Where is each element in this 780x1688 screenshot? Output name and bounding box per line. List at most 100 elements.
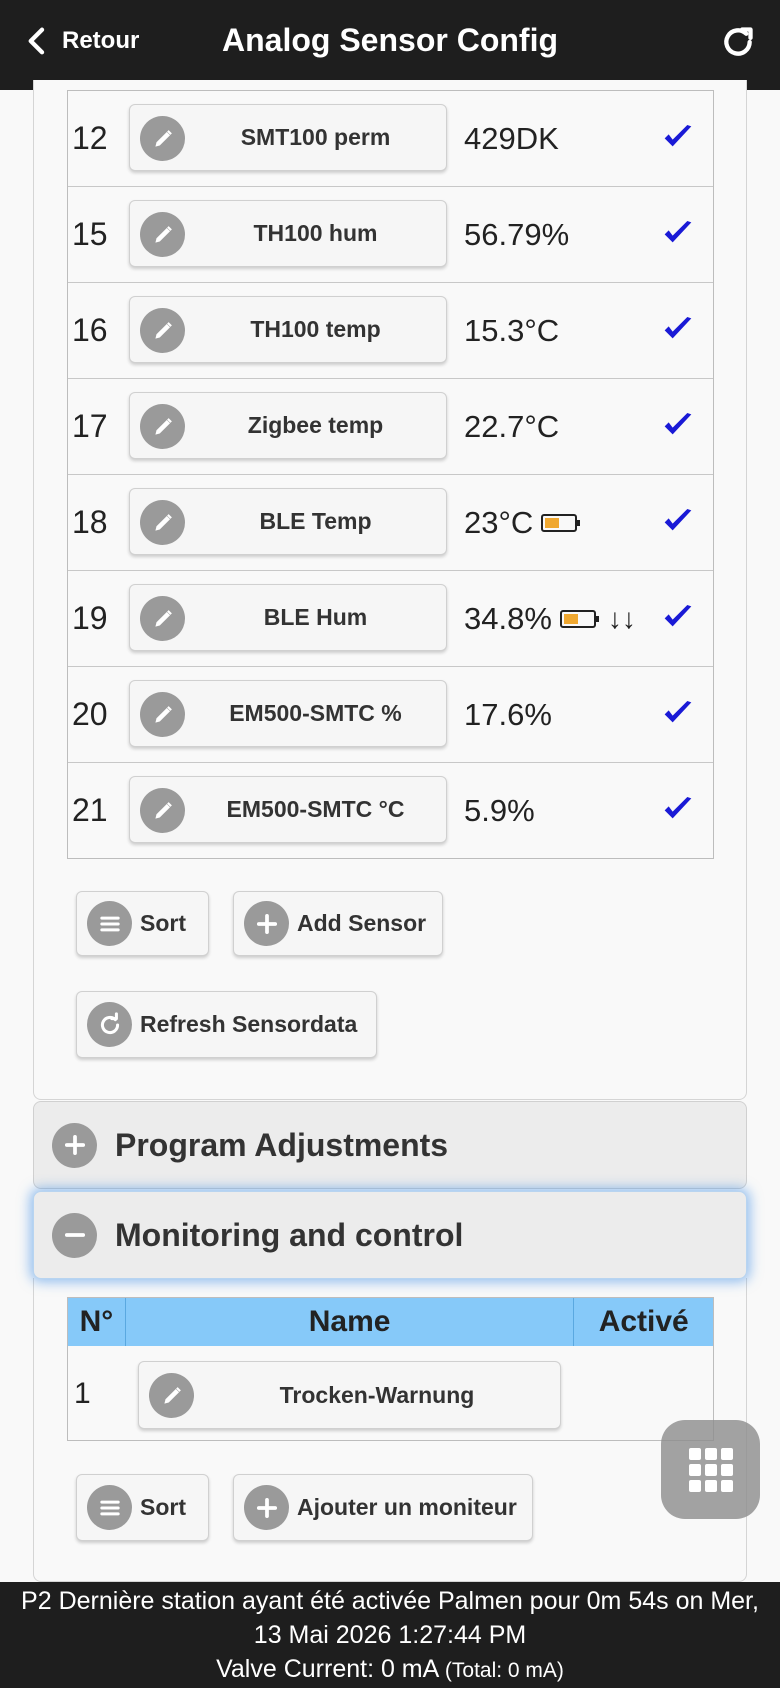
battery-icon bbox=[559, 609, 599, 628]
check-icon bbox=[664, 509, 692, 531]
add-sensor-button[interactable]: Add Sensor bbox=[233, 891, 443, 956]
sensor-number: 20 bbox=[72, 696, 108, 732]
table-row: 16 TH100 temp 15.3°C bbox=[68, 282, 713, 378]
plus-icon bbox=[52, 1122, 97, 1168]
sort-label: Sort bbox=[140, 1494, 186, 1520]
monitoring-label: Monitoring and control bbox=[115, 1216, 464, 1253]
sensor-value: 429DK bbox=[464, 120, 559, 156]
sensor-value-cell: 429DK bbox=[464, 91, 559, 186]
column-header-number: N° bbox=[68, 1298, 126, 1346]
trend-arrows: ↓↓ bbox=[607, 602, 636, 634]
sensor-name: SMT100 perm bbox=[240, 124, 391, 150]
sensor-number: 19 bbox=[72, 600, 108, 636]
sensor-value-cell: 5.9% bbox=[464, 763, 535, 858]
pencil-icon bbox=[140, 308, 185, 353]
last-station-date: 13 Mai 2026 1:27:44 PM bbox=[253, 1621, 527, 1649]
pencil-icon bbox=[140, 404, 185, 449]
add-sensor-label: Add Sensor bbox=[297, 910, 427, 936]
list-icon bbox=[87, 1485, 132, 1530]
column-header-name: Name bbox=[126, 1298, 575, 1346]
sensor-number: 12 bbox=[72, 120, 108, 156]
sensor-value: 17.6% bbox=[464, 696, 552, 732]
valve-current-total: (Total: 0 mA) bbox=[444, 1659, 564, 1682]
keypad-button[interactable] bbox=[661, 1420, 760, 1519]
edit-sensor-button[interactable]: SMT100 perm bbox=[129, 104, 447, 171]
sort-sensors-button[interactable]: Sort bbox=[76, 891, 209, 956]
table-row: 21 EM500-SMTC °C 5.9% bbox=[68, 762, 713, 858]
table-row: 19 BLE Hum 34.8% ↓↓ bbox=[68, 570, 713, 666]
pencil-icon bbox=[140, 596, 185, 641]
refresh-icon[interactable] bbox=[718, 22, 758, 62]
sensor-name: EM500-SMTC °C bbox=[226, 796, 405, 822]
check-icon bbox=[664, 797, 692, 819]
pencil-icon bbox=[149, 1373, 194, 1418]
sort-monitors-button[interactable]: Sort bbox=[76, 1474, 209, 1541]
sensor-name: EM500-SMTC % bbox=[229, 700, 402, 726]
sensor-value: 34.8% bbox=[464, 600, 552, 636]
pencil-icon bbox=[140, 116, 185, 161]
table-row: 17 Zigbee temp 22.7°C bbox=[68, 378, 713, 474]
page-title: Analog Sensor Config bbox=[222, 22, 558, 58]
pencil-icon bbox=[140, 500, 185, 545]
valve-current-text: Valve Current: 0 mA bbox=[216, 1655, 438, 1683]
refresh-icon bbox=[87, 1002, 132, 1047]
battery-icon bbox=[541, 513, 581, 532]
edit-sensor-button[interactable]: BLE Temp bbox=[129, 488, 447, 555]
program-adjustments-collapsible[interactable]: Program Adjustments bbox=[33, 1101, 747, 1189]
check-icon bbox=[664, 317, 692, 339]
check-icon bbox=[664, 221, 692, 243]
sensor-value: 5.9% bbox=[464, 792, 535, 828]
pencil-icon bbox=[140, 212, 185, 257]
edit-sensor-button[interactable]: EM500-SMTC °C bbox=[129, 776, 447, 843]
edit-sensor-button[interactable]: Zigbee temp bbox=[129, 392, 447, 459]
pencil-icon bbox=[140, 788, 185, 833]
add-monitor-button[interactable]: Ajouter un moniteur bbox=[233, 1474, 533, 1541]
monitor-table: N° Name Activé 1 Trocken-Warnung bbox=[67, 1297, 714, 1441]
add-monitor-label: Ajouter un moniteur bbox=[297, 1494, 517, 1520]
sensor-name: TH100 hum bbox=[253, 220, 378, 246]
monitor-table-header: N° Name Activé bbox=[68, 1298, 713, 1346]
last-station-text: P2 Dernière station ayant été activée Pa… bbox=[21, 1587, 759, 1615]
edit-sensor-button[interactable]: BLE Hum bbox=[129, 584, 447, 651]
sensor-name: BLE Temp bbox=[259, 508, 372, 534]
check-icon bbox=[664, 701, 692, 723]
sensor-value-cell: 34.8% ↓↓ bbox=[464, 571, 636, 666]
sensor-name: Zigbee temp bbox=[247, 412, 384, 438]
check-icon bbox=[664, 125, 692, 147]
column-header-active: Activé bbox=[598, 1305, 689, 1338]
sensor-number: 17 bbox=[72, 408, 108, 444]
grid-icon bbox=[688, 1447, 733, 1492]
edit-sensor-button[interactable]: EM500-SMTC % bbox=[129, 680, 447, 747]
monitor-number: 1 bbox=[74, 1377, 91, 1410]
program-adjustments-label: Program Adjustments bbox=[115, 1126, 449, 1163]
sensor-value: 15.3°C bbox=[464, 312, 560, 348]
edit-monitor-button[interactable]: Trocken-Warnung bbox=[138, 1361, 561, 1429]
sensor-value-cell: 17.6% bbox=[464, 667, 552, 762]
valve-current: Valve Current: 0 mA (Total: 0 mA) bbox=[0, 1652, 780, 1688]
refresh-sensordata-button[interactable]: Refresh Sensordata bbox=[76, 991, 377, 1058]
monitor-name: Trocken-Warnung bbox=[279, 1381, 475, 1408]
sensor-number: 18 bbox=[72, 504, 108, 540]
sort-label: Sort bbox=[140, 910, 186, 936]
check-icon bbox=[664, 605, 692, 627]
plus-icon bbox=[244, 901, 289, 946]
minus-icon bbox=[52, 1212, 97, 1258]
edit-sensor-button[interactable]: TH100 temp bbox=[129, 296, 447, 363]
monitoring-collapsible[interactable]: Monitoring and control bbox=[33, 1191, 747, 1279]
pencil-icon bbox=[140, 692, 185, 737]
table-row: 20 EM500-SMTC % 17.6% bbox=[68, 666, 713, 762]
sensor-value-cell: 23°C bbox=[464, 475, 581, 570]
sensor-name: TH100 temp bbox=[250, 316, 381, 342]
sensor-value: 22.7°C bbox=[464, 408, 560, 444]
check-icon bbox=[664, 413, 692, 435]
sensor-value-cell: 56.79% bbox=[464, 187, 569, 282]
table-row: 12 SMT100 perm 429DK bbox=[68, 91, 713, 186]
table-row: 1 Trocken-Warnung bbox=[68, 1346, 713, 1442]
sensor-value: 56.79% bbox=[464, 216, 570, 252]
status-footer: P2 Dernière station ayant été activée Pa… bbox=[0, 1582, 780, 1688]
sensor-number: 16 bbox=[72, 312, 108, 348]
sensor-number: 15 bbox=[72, 216, 108, 252]
table-row: 18 BLE Temp 23°C bbox=[68, 474, 713, 570]
sensor-table: 12 SMT100 perm 429DK 15 TH100 hum 56.79% 16 TH1… bbox=[67, 90, 714, 859]
edit-sensor-button[interactable]: TH100 hum bbox=[129, 200, 447, 267]
